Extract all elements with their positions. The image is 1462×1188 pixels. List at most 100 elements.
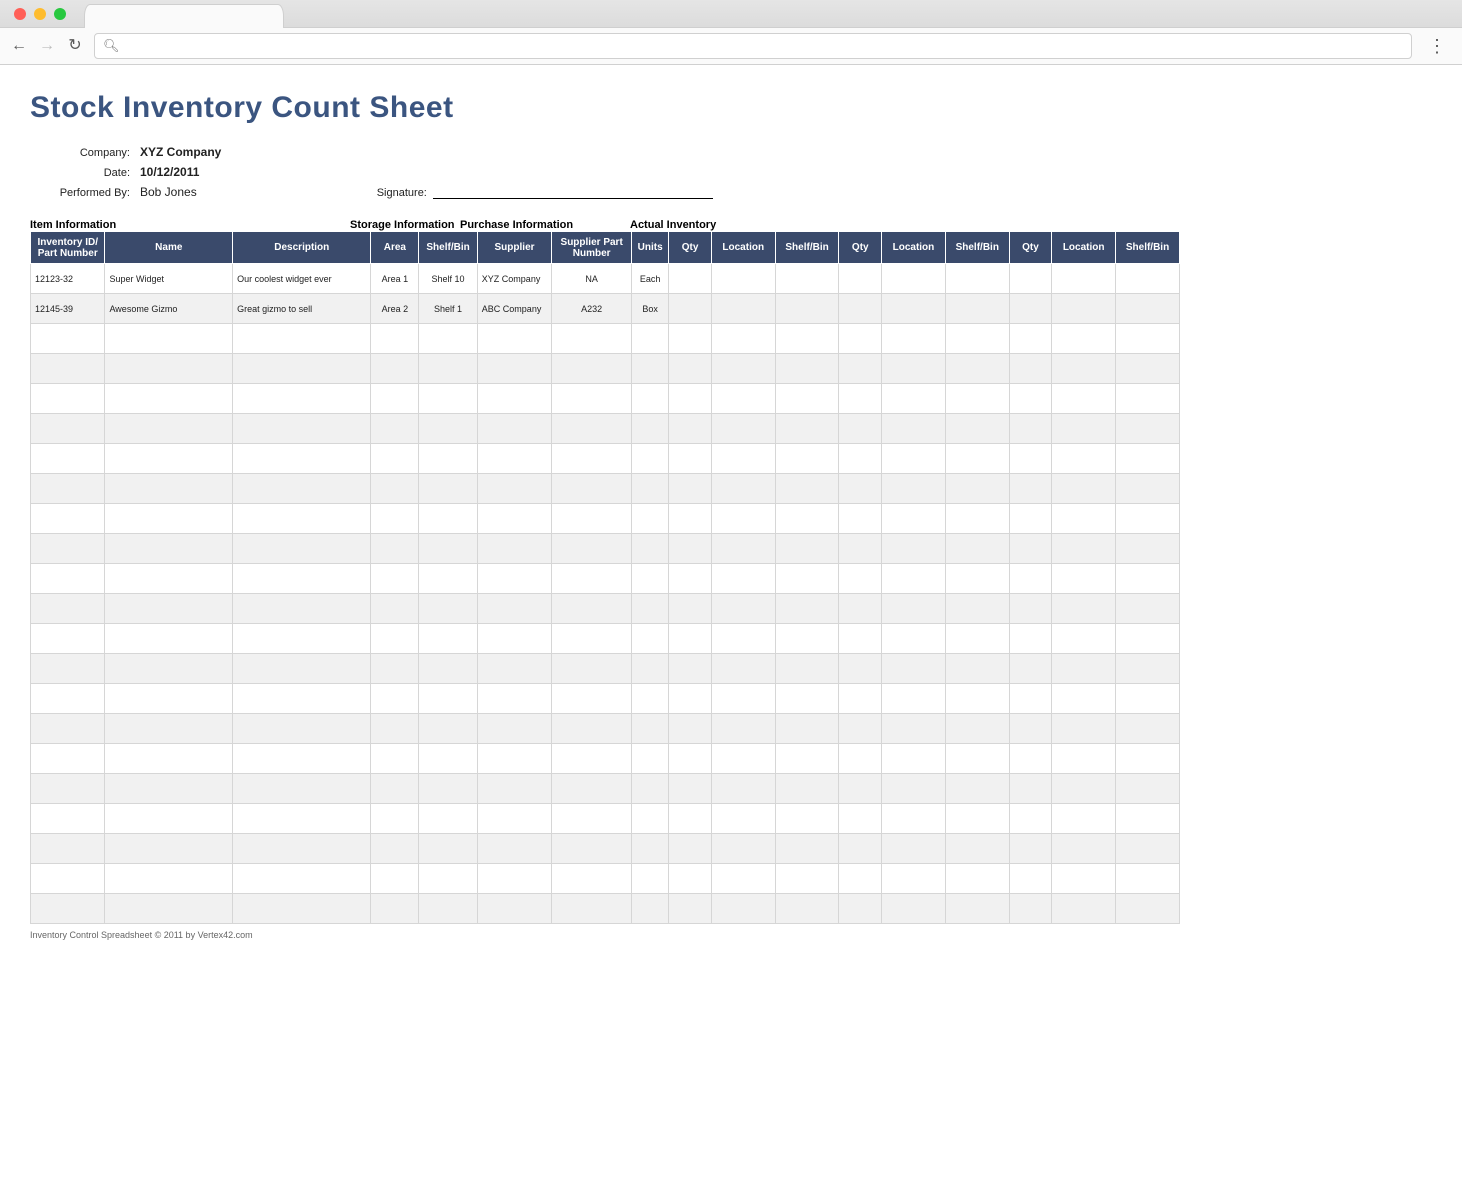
table-cell[interactable]	[1116, 324, 1180, 354]
table-cell[interactable]	[669, 264, 712, 294]
table-cell[interactable]	[839, 504, 882, 534]
table-cell[interactable]	[1052, 474, 1116, 504]
table-cell[interactable]	[477, 834, 551, 864]
table-cell[interactable]	[839, 864, 882, 894]
table-cell[interactable]: A232	[552, 294, 632, 324]
table-cell[interactable]	[1116, 774, 1180, 804]
table-cell[interactable]	[105, 804, 233, 834]
table-cell[interactable]	[669, 414, 712, 444]
table-cell[interactable]	[839, 324, 882, 354]
table-cell[interactable]	[105, 504, 233, 534]
table-cell[interactable]	[1116, 804, 1180, 834]
table-cell[interactable]	[1052, 354, 1116, 384]
table-cell[interactable]	[711, 744, 775, 774]
table-cell[interactable]	[669, 774, 712, 804]
table-cell[interactable]	[477, 744, 551, 774]
table-cell[interactable]	[632, 864, 669, 894]
table-cell[interactable]	[669, 384, 712, 414]
table-cell[interactable]	[31, 834, 105, 864]
table-cell[interactable]	[775, 834, 839, 864]
table-cell[interactable]	[945, 804, 1009, 834]
table-cell[interactable]	[1009, 294, 1052, 324]
browser-tab[interactable]	[84, 4, 284, 28]
table-cell[interactable]	[1052, 264, 1116, 294]
table-cell[interactable]	[552, 624, 632, 654]
table-cell[interactable]	[775, 684, 839, 714]
table-cell[interactable]	[477, 594, 551, 624]
table-cell[interactable]	[552, 414, 632, 444]
table-cell[interactable]	[1052, 324, 1116, 354]
table-cell[interactable]	[632, 414, 669, 444]
table-cell[interactable]	[669, 684, 712, 714]
table-cell[interactable]: Box	[632, 294, 669, 324]
table-cell[interactable]	[31, 804, 105, 834]
table-cell[interactable]	[839, 714, 882, 744]
table-cell[interactable]	[552, 354, 632, 384]
table-cell[interactable]	[632, 834, 669, 864]
table-cell[interactable]	[945, 684, 1009, 714]
table-cell[interactable]	[31, 594, 105, 624]
table-cell[interactable]	[1116, 684, 1180, 714]
table-cell[interactable]	[105, 384, 233, 414]
table-cell[interactable]	[552, 774, 632, 804]
table-cell[interactable]	[105, 534, 233, 564]
table-cell[interactable]	[552, 324, 632, 354]
table-cell[interactable]	[1116, 474, 1180, 504]
table-cell[interactable]	[105, 324, 233, 354]
table-cell[interactable]	[839, 894, 882, 924]
table-cell[interactable]	[31, 564, 105, 594]
table-cell[interactable]	[711, 864, 775, 894]
table-cell[interactable]	[31, 414, 105, 444]
table-cell[interactable]	[371, 534, 419, 564]
table-cell[interactable]	[945, 384, 1009, 414]
table-cell[interactable]	[945, 864, 1009, 894]
table-cell[interactable]	[632, 324, 669, 354]
table-cell[interactable]	[1116, 894, 1180, 924]
table-cell[interactable]	[477, 564, 551, 594]
table-cell[interactable]	[882, 654, 946, 684]
table-cell[interactable]	[775, 894, 839, 924]
table-cell[interactable]	[1052, 534, 1116, 564]
table-cell[interactable]	[632, 354, 669, 384]
table-cell[interactable]	[105, 624, 233, 654]
table-cell[interactable]	[233, 624, 371, 654]
table-cell[interactable]	[1116, 834, 1180, 864]
table-cell[interactable]	[669, 744, 712, 774]
table-cell[interactable]	[552, 864, 632, 894]
table-cell[interactable]	[1052, 444, 1116, 474]
table-cell[interactable]	[669, 654, 712, 684]
table-cell[interactable]	[945, 624, 1009, 654]
table-cell[interactable]	[711, 594, 775, 624]
table-cell[interactable]	[669, 444, 712, 474]
table-cell[interactable]	[711, 624, 775, 654]
table-cell[interactable]	[839, 534, 882, 564]
table-cell[interactable]	[371, 504, 419, 534]
table-cell[interactable]	[233, 384, 371, 414]
table-cell[interactable]	[775, 774, 839, 804]
table-cell[interactable]	[882, 474, 946, 504]
table-cell[interactable]	[632, 654, 669, 684]
table-cell[interactable]	[1052, 864, 1116, 894]
table-cell[interactable]	[477, 624, 551, 654]
table-cell[interactable]	[371, 384, 419, 414]
table-cell[interactable]	[419, 744, 478, 774]
table-cell[interactable]	[945, 774, 1009, 804]
table-cell[interactable]	[711, 384, 775, 414]
table-cell[interactable]	[711, 804, 775, 834]
table-cell[interactable]	[1052, 504, 1116, 534]
table-cell[interactable]	[1009, 444, 1052, 474]
table-cell[interactable]	[711, 504, 775, 534]
table-cell[interactable]	[775, 804, 839, 834]
table-cell[interactable]	[839, 384, 882, 414]
table-cell[interactable]	[839, 444, 882, 474]
table-cell[interactable]	[1009, 684, 1052, 714]
table-cell[interactable]	[233, 834, 371, 864]
table-cell[interactable]	[632, 774, 669, 804]
table-cell[interactable]	[882, 534, 946, 564]
table-cell[interactable]	[233, 444, 371, 474]
table-cell[interactable]	[711, 774, 775, 804]
table-cell[interactable]	[632, 444, 669, 474]
table-cell[interactable]	[477, 864, 551, 894]
table-cell[interactable]: Great gizmo to sell	[233, 294, 371, 324]
table-cell[interactable]	[371, 774, 419, 804]
